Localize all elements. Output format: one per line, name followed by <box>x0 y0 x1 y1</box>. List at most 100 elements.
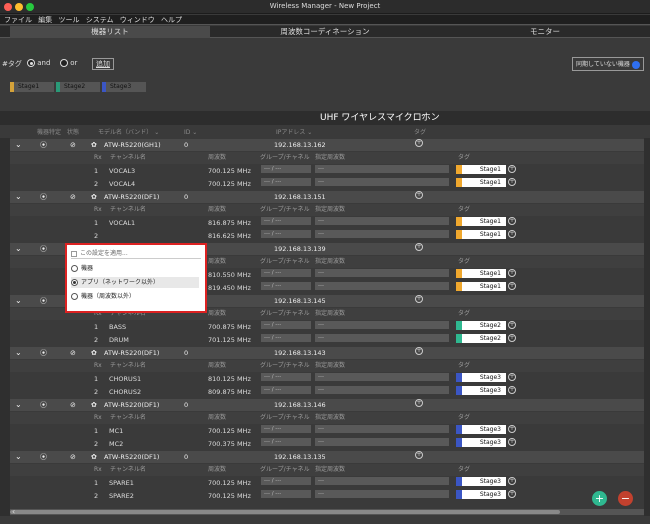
device-row[interactable]: ⌄ ⦿ ⊘ ✿ ATW-R5220(DF1) 0 192.168.13.143 + <box>10 347 644 359</box>
identify-icon[interactable]: ⦿ <box>40 139 47 151</box>
popup-option-device[interactable]: 機器 <box>71 263 199 274</box>
device-row[interactable]: ⌄ ⦿ ⊘ ✿ ATW-R5220(DF1) 0 192.168.13.146 + <box>10 399 644 411</box>
menu-help[interactable]: ヘルプ <box>161 16 182 24</box>
tag-chip-stage3[interactable]: Stage3 <box>102 82 146 92</box>
tab-frequency-coordination[interactable]: 周波数コーディネーション <box>220 26 430 38</box>
section-header[interactable]: UHF ワイヤレスマイクロホン ⌃ <box>0 111 650 125</box>
chevron-down-icon[interactable]: ⌄ <box>15 347 22 359</box>
gear-icon[interactable]: ✿ <box>91 347 97 359</box>
identify-icon[interactable]: ⦿ <box>40 347 47 359</box>
or-radio[interactable]: or <box>60 59 77 67</box>
channel-row[interactable]: 1 MC1 700.125 MHz --- / --- --- Stage3 + <box>10 425 644 437</box>
unsynced-devices-button[interactable]: 同期していない機器 <box>572 57 644 71</box>
add-tag-icon[interactable]: + <box>415 191 423 199</box>
add-channel-tag-icon[interactable]: + <box>508 165 516 173</box>
add-channel-tag-icon[interactable]: + <box>508 282 516 290</box>
menu-tools[interactable]: ツール <box>58 16 79 24</box>
and-radio[interactable]: and <box>27 59 50 67</box>
channel-row[interactable]: 1 BASS 700.875 MHz --- / --- --- Stage2 + <box>10 321 644 333</box>
channel-row[interactable]: 2 DRUM 701.125 MHz --- / --- --- Stage2 + <box>10 334 644 346</box>
tag-chip[interactable]: Stage1 <box>456 230 506 239</box>
tag-chip[interactable]: Stage3 <box>456 425 506 434</box>
target-frequency-field[interactable]: --- <box>315 165 449 173</box>
tag-chip[interactable]: Stage3 <box>456 438 506 447</box>
col-identify[interactable]: 機器特定 <box>37 127 61 138</box>
chevron-down-icon[interactable]: ⌄ <box>15 451 22 463</box>
tag-chip[interactable]: Stage2 <box>456 321 506 330</box>
target-frequency-field[interactable]: --- <box>315 438 449 446</box>
add-tag-icon[interactable]: + <box>415 451 423 459</box>
target-frequency-field[interactable]: --- <box>315 321 449 329</box>
col-status[interactable]: 状態 <box>67 127 79 138</box>
group-channel-field[interactable]: --- / --- <box>261 477 311 485</box>
scroll-left-icon[interactable]: ‹ <box>12 507 15 516</box>
tag-chip[interactable]: Stage3 <box>456 490 506 499</box>
vertical-scrollbar[interactable] <box>644 138 650 516</box>
channel-row[interactable]: 2 SPARE2 700.125 MHz --- / --- --- Stage3 + <box>10 490 644 502</box>
gear-icon[interactable]: ✿ <box>91 451 97 463</box>
chevron-down-icon[interactable]: ⌄ <box>15 139 22 151</box>
target-frequency-field[interactable]: --- <box>315 230 449 238</box>
add-tag-icon[interactable]: + <box>415 347 423 355</box>
target-frequency-field[interactable]: --- <box>315 490 449 498</box>
target-frequency-field[interactable]: --- <box>315 178 449 186</box>
identify-icon[interactable]: ⦿ <box>40 399 47 411</box>
chevron-down-icon[interactable]: ⌄ <box>15 243 22 255</box>
tab-device-list[interactable]: 機器リスト <box>10 26 210 38</box>
gear-icon[interactable]: ✿ <box>91 191 97 203</box>
identify-icon[interactable]: ⦿ <box>40 451 47 463</box>
channel-row[interactable]: 2 816.625 MHz --- / --- --- Stage1 + <box>10 230 644 242</box>
gear-icon[interactable]: ✿ <box>91 399 97 411</box>
target-frequency-field[interactable]: --- <box>315 386 449 394</box>
target-frequency-field[interactable]: --- <box>315 425 449 433</box>
col-model[interactable]: モデル名（バンド） ⌄ <box>98 127 159 138</box>
add-tag-icon[interactable]: + <box>415 295 423 303</box>
add-channel-tag-icon[interactable]: + <box>508 321 516 329</box>
menu-edit[interactable]: 編集 <box>38 16 52 24</box>
tag-chip[interactable]: Stage1 <box>456 269 506 278</box>
add-tag-button[interactable]: 追加 <box>92 58 114 70</box>
target-frequency-field[interactable]: --- <box>315 334 449 342</box>
tag-chip[interactable]: Stage3 <box>456 477 506 486</box>
tag-chip[interactable]: Stage3 <box>456 386 506 395</box>
add-channel-tag-icon[interactable]: + <box>508 425 516 433</box>
chevron-down-icon[interactable]: ⌄ <box>15 399 22 411</box>
group-channel-field[interactable]: --- / --- <box>261 386 311 394</box>
group-channel-field[interactable]: --- / --- <box>261 282 311 290</box>
target-frequency-field[interactable]: --- <box>315 269 449 277</box>
col-ip[interactable]: IPアドレス ⌄ <box>276 127 312 138</box>
tag-chip[interactable]: Stage1 <box>456 178 506 187</box>
target-frequency-field[interactable]: --- <box>315 282 449 290</box>
group-channel-field[interactable]: --- / --- <box>261 178 311 186</box>
identify-icon[interactable]: ⦿ <box>40 295 47 307</box>
tag-chip[interactable]: Stage3 <box>456 373 506 382</box>
add-channel-tag-icon[interactable]: + <box>508 178 516 186</box>
tag-chip[interactable]: Stage1 <box>456 217 506 226</box>
group-channel-field[interactable]: --- / --- <box>261 269 311 277</box>
group-channel-field[interactable]: --- / --- <box>261 217 311 225</box>
menu-window[interactable]: ウィンドウ <box>120 16 155 24</box>
channel-row[interactable]: 1 VOCAL1 816.875 MHz --- / --- --- Stage1 + <box>10 217 644 229</box>
target-frequency-field[interactable]: --- <box>315 373 449 381</box>
chevron-down-icon[interactable]: ⌄ <box>15 191 22 203</box>
chevron-up-icon[interactable]: ⌃ <box>420 111 427 125</box>
group-channel-field[interactable]: --- / --- <box>261 438 311 446</box>
identify-icon[interactable]: ⦿ <box>40 191 47 203</box>
add-channel-tag-icon[interactable]: + <box>508 438 516 446</box>
target-frequency-field[interactable]: --- <box>315 217 449 225</box>
add-channel-tag-icon[interactable]: + <box>508 334 516 342</box>
tag-chip[interactable]: Stage1 <box>456 282 506 291</box>
add-channel-tag-icon[interactable]: + <box>508 386 516 394</box>
popup-option-app[interactable]: アプリ（ネットワーク以外） <box>71 277 199 288</box>
gear-icon[interactable]: ✿ <box>91 139 97 151</box>
device-row[interactable]: ⌄ ⦿ ⊘ ✿ ATW-R5220(DF1) 0 192.168.13.151 + <box>10 191 644 203</box>
add-channel-tag-icon[interactable]: + <box>508 217 516 225</box>
add-tag-icon[interactable]: + <box>415 139 423 147</box>
add-tag-icon[interactable]: + <box>415 243 423 251</box>
tag-chip[interactable]: Stage1 <box>456 165 506 174</box>
group-channel-field[interactable]: --- / --- <box>261 230 311 238</box>
channel-row[interactable]: 2 CHORUS2 809.875 MHz --- / --- --- Stage3 + <box>10 386 644 398</box>
add-device-button[interactable]: + <box>592 491 607 506</box>
add-channel-tag-icon[interactable]: + <box>508 230 516 238</box>
channel-row[interactable]: 1 CHORUS1 810.125 MHz --- / --- --- Stage3 + <box>10 373 644 385</box>
